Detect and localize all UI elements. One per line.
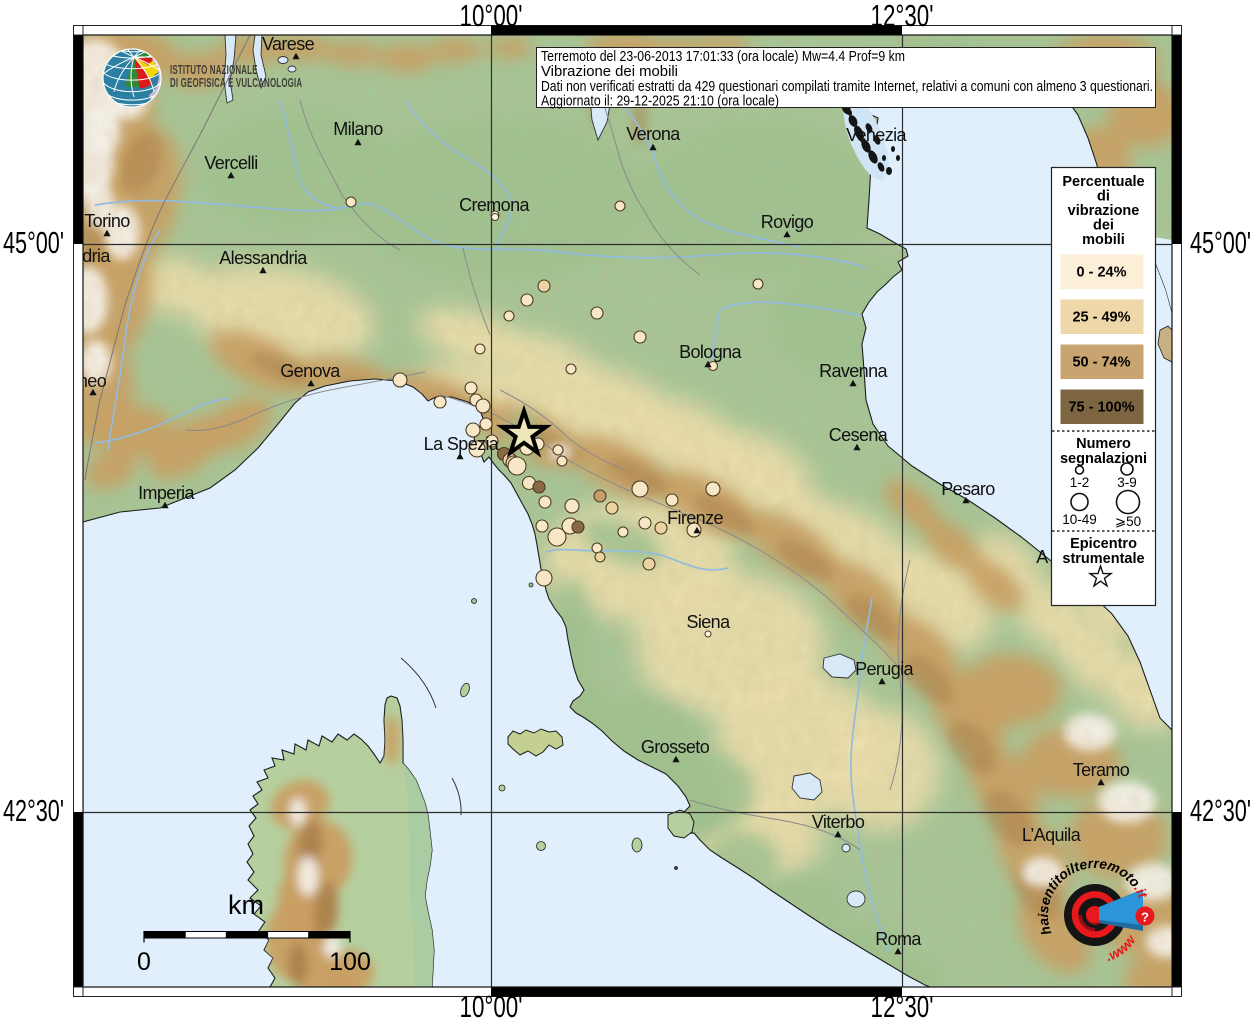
- svg-text:0: 0: [137, 948, 151, 976]
- svg-text:Firenze: Firenze: [667, 508, 723, 528]
- svg-text:?: ?: [1141, 910, 1149, 925]
- svg-text:10-49: 10-49: [1062, 512, 1097, 527]
- svg-text:10°00': 10°00': [460, 990, 523, 1024]
- svg-text:Genova: Genova: [280, 361, 341, 381]
- svg-text:Vibrazione dei mobili: Vibrazione dei mobili: [541, 64, 678, 80]
- svg-text:Bologna: Bologna: [679, 342, 742, 362]
- svg-text:A: A: [1036, 547, 1048, 567]
- svg-text:La Spezia: La Spezia: [424, 434, 500, 454]
- svg-text:Venezia: Venezia: [846, 125, 907, 145]
- svg-text:3-9: 3-9: [1117, 475, 1137, 490]
- svg-text:10°00': 10°00': [460, 0, 523, 33]
- svg-text:Varese: Varese: [262, 34, 315, 54]
- svg-text:1-2: 1-2: [1070, 475, 1090, 490]
- svg-text:Numero: Numero: [1076, 436, 1131, 452]
- svg-text:Terremoto del 23-06-2013 17:01: Terremoto del 23-06-2013 17:01:33 (ora l…: [541, 49, 905, 65]
- svg-text:45°00': 45°00': [3, 226, 64, 260]
- svg-text:Epicentro: Epicentro: [1070, 536, 1137, 552]
- svg-text:Verona: Verona: [626, 124, 681, 144]
- svg-text:Cremona: Cremona: [459, 195, 530, 215]
- svg-text:42°30': 42°30': [3, 794, 64, 828]
- svg-text:Roma: Roma: [875, 929, 922, 949]
- svg-text:Cesena: Cesena: [829, 425, 889, 445]
- svg-text:Ravenna: Ravenna: [819, 361, 888, 381]
- svg-text:Teramo: Teramo: [1073, 760, 1130, 780]
- svg-text:Viterbo: Viterbo: [812, 812, 865, 832]
- svg-text:42°30': 42°30': [1190, 794, 1251, 828]
- svg-text:Vercelli: Vercelli: [204, 153, 257, 173]
- svg-text:0 - 24%: 0 - 24%: [1077, 265, 1127, 281]
- svg-text:DI GEOFISICA E VULCANOLOGIA: DI GEOFISICA E VULCANOLOGIA: [170, 76, 302, 90]
- svg-text:Siena: Siena: [686, 612, 731, 632]
- svg-text:Pesaro: Pesaro: [941, 479, 995, 499]
- svg-text:⩾50: ⩾50: [1115, 514, 1141, 529]
- svg-text:12°30': 12°30': [871, 990, 934, 1024]
- svg-text:100: 100: [329, 948, 371, 976]
- svg-text:75 - 100%: 75 - 100%: [1068, 400, 1134, 416]
- svg-text:mobili: mobili: [1082, 232, 1125, 248]
- svg-text:Torino: Torino: [84, 211, 130, 231]
- svg-text:Imperia: Imperia: [138, 483, 195, 503]
- svg-text:Grosseto: Grosseto: [641, 737, 710, 757]
- svg-text:Alessandria: Alessandria: [219, 248, 308, 268]
- svg-text:25 - 49%: 25 - 49%: [1072, 310, 1130, 326]
- svg-text:km: km: [228, 890, 264, 920]
- svg-text:Aggiornato il: 29-12-2025 21:1: Aggiornato il: 29-12-2025 21:10 (ora loc…: [541, 94, 779, 110]
- svg-text:L’Aquila: L’Aquila: [1022, 825, 1082, 845]
- svg-text:Rovigo: Rovigo: [761, 212, 814, 232]
- svg-text:strumentale: strumentale: [1062, 551, 1144, 567]
- svg-text:Perugia: Perugia: [855, 659, 914, 679]
- svg-text:12°30': 12°30': [871, 0, 934, 33]
- svg-text:50 - 74%: 50 - 74%: [1072, 355, 1130, 371]
- svg-text:segnalazioni: segnalazioni: [1060, 451, 1147, 467]
- svg-text:45°00': 45°00': [1190, 226, 1251, 260]
- svg-text:Milano: Milano: [333, 119, 383, 139]
- svg-text:dria: dria: [82, 246, 111, 266]
